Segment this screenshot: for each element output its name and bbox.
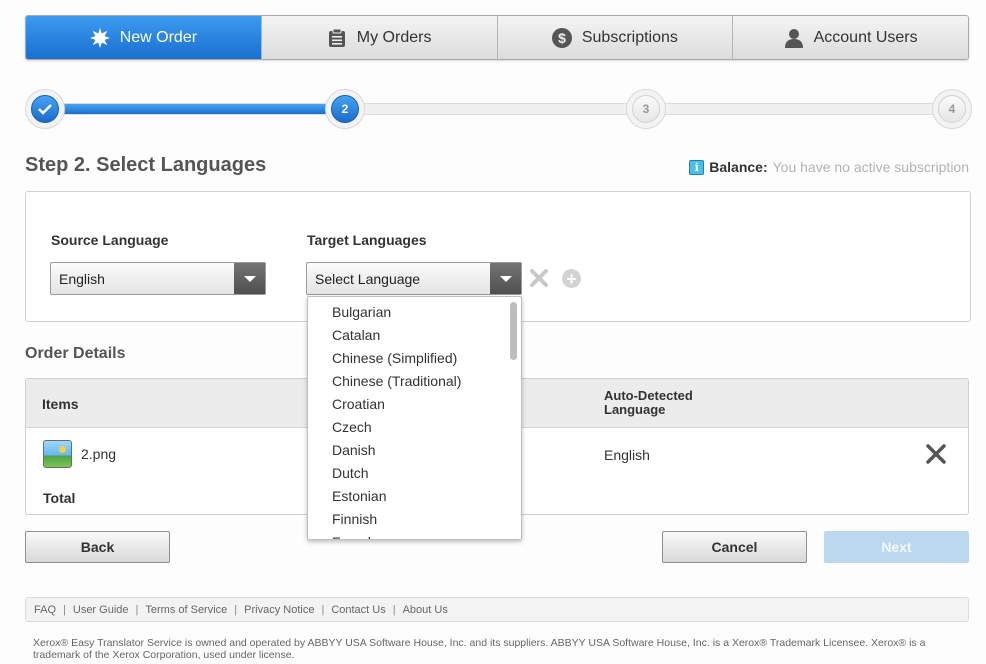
cancel-button[interactable]: Cancel [662,531,807,563]
dropdown-option[interactable]: Bulgarian [308,301,521,324]
dropdown-option[interactable]: Croatian [308,393,521,416]
step-4-node: 4 [932,89,972,129]
balance-value: You have no active subscription [772,159,969,175]
chevron-down-icon[interactable] [234,263,265,294]
starburst-icon [89,27,110,48]
divider: | [135,603,139,616]
source-language-select[interactable]: English [50,262,266,295]
tab-subscriptions[interactable]: $ Subscriptions [496,16,733,59]
source-language-label: Source Language [51,232,169,248]
tab-label: Account Users [813,28,918,46]
add-language-icon[interactable]: + [562,269,581,288]
source-language-value: English [59,270,105,287]
divider: | [63,603,66,616]
footer-link-about[interactable]: About Us [403,604,448,616]
target-language-value: Select Language [315,270,421,287]
step-2-node: 2 [325,89,365,129]
tab-label: New Order [119,28,198,46]
dollar-icon: $ [551,27,572,48]
dropdown-option[interactable]: Dutch [308,462,521,485]
user-icon [784,28,804,48]
column-header-auto-detected: Auto-Detected Language [604,388,693,417]
dropdown-option[interactable]: Chinese (Traditional) [308,370,521,393]
step-number: 4 [938,95,966,123]
svg-text:$: $ [558,30,566,46]
remove-language-icon[interactable] [529,268,549,288]
main-tabs: New Order My Orders $ Subscriptions Acco… [25,15,969,60]
dropdown-option[interactable]: Catalan [308,324,521,347]
dropdown-option[interactable]: Danish [308,439,521,462]
file-name: 2.png [81,446,117,462]
column-header-items: Items [42,396,79,412]
step-1-node [25,89,65,129]
divider: | [234,603,238,616]
footer-link-terms[interactable]: Terms of Service [145,604,227,616]
footer-link-contact[interactable]: Contact Us [331,604,385,616]
info-icon: i [689,159,705,175]
tab-label: Subscriptions [581,28,678,46]
detected-language: English [604,447,650,463]
balance-label: Balance: [709,159,768,175]
divider: | [392,603,396,616]
total-label: Total [43,490,76,506]
remove-file-icon[interactable] [925,443,947,465]
footer-links: FAQ | User Guide | Terms of Service | Priva… [25,597,969,622]
language-dropdown-list[interactable]: Bulgarian Catalan Chinese (Simplified) C… [307,296,522,540]
dropdown-option[interactable]: Chinese (Simplified) [308,347,521,370]
dropdown-scrollbar[interactable] [510,302,517,360]
checkmark-icon [38,104,52,115]
tab-new-order[interactable]: New Order [26,16,261,59]
legal-notice: Xerox® Easy Translator Service is owned … [33,637,926,661]
target-languages-label: Target Languages [307,232,427,248]
order-details-title: Order Details [25,345,126,362]
dropdown-option[interactable]: French [308,531,521,539]
page-title: Step 2. Select Languages [25,154,267,176]
target-language-select[interactable]: Select Language [306,262,522,295]
image-file-icon [43,440,72,468]
dropdown-option[interactable]: Estonian [308,485,521,508]
tab-account-users[interactable]: Account Users [732,16,968,59]
tab-label: My Orders [356,28,432,46]
back-button[interactable]: Back [25,531,170,563]
footer-link-user-guide[interactable]: User Guide [73,604,129,616]
next-button[interactable]: Next [824,531,969,563]
progress-stepper: 2 3 4 [25,89,973,131]
clipboard-icon [327,28,347,48]
tab-my-orders[interactable]: My Orders [260,16,497,59]
step-number: 2 [331,95,359,123]
progress-fill [43,104,348,114]
chevron-down-icon[interactable] [490,263,521,294]
footer-link-faq[interactable]: FAQ [34,604,56,616]
balance-info: i Balance: You have no active subscripti… [689,159,969,175]
step-3-node: 3 [626,89,666,129]
step-number: 3 [632,95,660,123]
footer-link-privacy[interactable]: Privacy Notice [244,604,314,616]
dropdown-option[interactable]: Finnish [308,508,521,531]
dropdown-option[interactable]: Czech [308,416,521,439]
divider: | [321,603,325,616]
